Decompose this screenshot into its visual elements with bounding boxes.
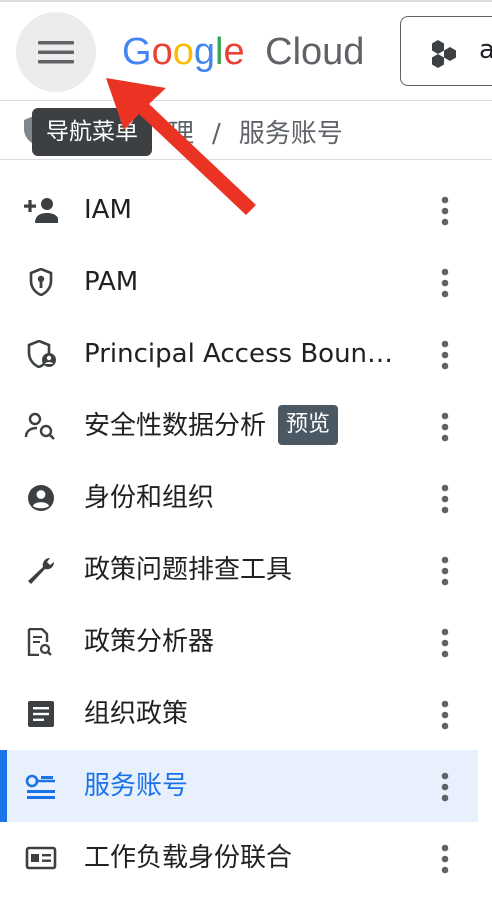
preview-badge: 预览 <box>278 404 339 445</box>
breadcrumb-current: 服务账号 <box>238 119 343 149</box>
logo-google: Google <box>122 31 255 73</box>
more-vert-icon[interactable] <box>438 412 452 442</box>
nav-item-organization-policies[interactable]: 组织政策 <box>0 678 478 750</box>
logo-letter: g <box>193 31 215 73</box>
nav-item-principal-access-boundary[interactable]: Principal Access Boun… <box>0 318 478 390</box>
person-add-icon <box>24 198 58 223</box>
wrench-icon <box>28 557 55 584</box>
breadcrumb-parent[interactable]: 理 <box>168 119 194 149</box>
nav-item-label: 工作负载身份联合 <box>84 843 293 873</box>
project-hexagons-icon <box>432 40 456 68</box>
person-search-icon <box>24 412 55 440</box>
shield-key-icon <box>29 268 53 296</box>
nav-item-security-insights[interactable]: 安全性数据分析 预览 <box>0 390 478 462</box>
more-vert-icon[interactable] <box>438 484 452 514</box>
logo-letter: G <box>122 31 152 73</box>
more-vert-icon[interactable] <box>438 700 452 730</box>
nav-item-label: 政策问题排查工具 <box>84 555 293 585</box>
nav-item-policy-troubleshooter[interactable]: 政策问题排查工具 <box>0 534 478 606</box>
more-vert-icon[interactable] <box>438 268 452 298</box>
more-vert-icon[interactable] <box>438 844 452 874</box>
policy-doc-icon <box>27 628 52 656</box>
nav-item-label: IAM <box>84 195 132 225</box>
logo-letter: o <box>151 31 173 73</box>
nav-item-identity-and-organization[interactable]: 身份和组织 <box>0 462 478 534</box>
service-account-icon <box>25 774 55 799</box>
side-nav-list: IAM PAM Principal Access Boun… 安全性数据分析 预… <box>0 174 478 894</box>
breadcrumb: 理 / 服务账号 <box>168 113 343 150</box>
top-border <box>0 0 492 2</box>
logo-cloud: Cloud <box>265 31 365 73</box>
nav-item-label: 服务账号 <box>84 771 189 801</box>
more-vert-icon[interactable] <box>438 772 452 802</box>
nav-item-label: 组织政策 <box>84 699 189 729</box>
google-cloud-logo[interactable]: Google Cloud <box>122 26 364 78</box>
nav-item-pam[interactable]: PAM <box>0 246 478 318</box>
nav-item-service-accounts[interactable]: 服务账号 <box>0 750 478 822</box>
nav-item-label: 安全性数据分析 预览 <box>84 390 339 462</box>
nav-item-label: PAM <box>84 267 139 297</box>
nav-item-label: 政策分析器 <box>84 627 215 657</box>
id-card-icon <box>25 846 57 870</box>
shield-person-icon <box>27 340 56 368</box>
menu-tooltip: 导航菜单 <box>32 108 152 156</box>
breadcrumb-separator: / <box>212 119 221 149</box>
hamburger-menu-icon <box>38 41 74 64</box>
logo-letter: o <box>172 31 194 73</box>
nav-item-workload-identity-federation[interactable]: 工作负载身份联合 <box>0 822 478 894</box>
project-name: a <box>479 35 492 65</box>
nav-item-label: 身份和组织 <box>84 483 215 513</box>
logo-letter: e <box>223 31 245 73</box>
more-vert-icon[interactable] <box>438 628 452 658</box>
more-vert-icon[interactable] <box>438 340 452 370</box>
navigation-menu-button[interactable] <box>16 12 96 92</box>
nav-item-iam[interactable]: IAM <box>0 174 478 246</box>
project-picker-button[interactable]: a <box>400 16 492 86</box>
nav-item-label: Principal Access Boun… <box>84 339 394 369</box>
article-icon <box>28 701 54 727</box>
nav-item-text: 安全性数据分析 <box>84 411 267 441</box>
account-circle-icon <box>28 485 54 511</box>
more-vert-icon[interactable] <box>438 196 452 226</box>
more-vert-icon[interactable] <box>438 556 452 586</box>
top-app-bar: Google Cloud a <box>0 0 492 100</box>
nav-item-policy-analyzer[interactable]: 政策分析器 <box>0 606 478 678</box>
